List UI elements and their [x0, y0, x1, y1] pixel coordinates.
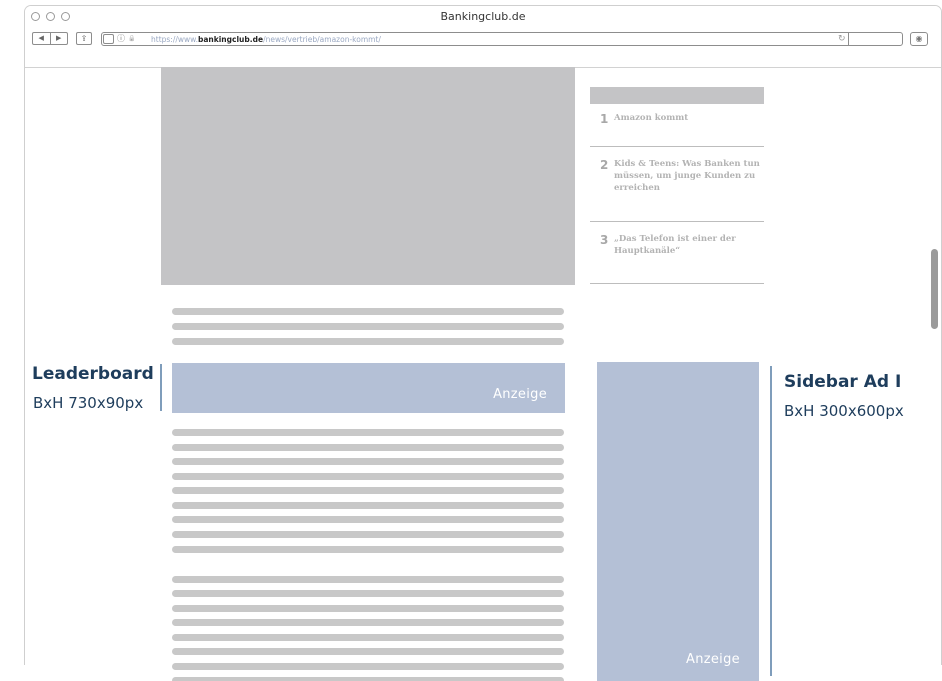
text-placeholder-line	[172, 429, 564, 436]
article-hero-image	[161, 67, 575, 285]
text-placeholder-line	[172, 590, 564, 597]
popular-article-title[interactable]: „Das Telefon ist einer der Hauptkanäle“	[614, 233, 766, 257]
text-placeholder-line	[172, 323, 564, 330]
url-text[interactable]: https://www.bankingclub.de/news/vertrieb…	[151, 34, 381, 45]
address-bar-icons: ⓘ 🔒	[103, 33, 135, 45]
window-title: Bankingclub.de	[440, 10, 526, 23]
ad-label: Anzeige	[686, 652, 740, 667]
address-bar[interactable]: ⓘ 🔒 https://www.bankingclub.de/news/vert…	[101, 32, 903, 46]
popular-article-number: 2	[600, 158, 609, 172]
popular-article-item[interactable]: 3 „Das Telefon ist einer der Hauptkanäle…	[590, 222, 764, 284]
tabs-icon[interactable]	[103, 34, 114, 44]
text-placeholder-line	[172, 576, 564, 583]
share-icon[interactable]: ⇪	[76, 32, 92, 45]
popular-article-item[interactable]: 1 Amazon kommt	[590, 104, 764, 147]
navigation-buttons: ◀ ▶	[32, 32, 68, 45]
text-placeholder-line	[172, 648, 564, 655]
text-placeholder-line	[172, 619, 564, 626]
text-placeholder-line	[172, 677, 564, 681]
text-placeholder-line	[172, 634, 564, 641]
leaderboard-callout-title: Leaderboard	[32, 364, 154, 384]
text-placeholder-line	[172, 516, 564, 523]
popular-article-number: 1	[600, 112, 609, 126]
text-placeholder-line	[172, 546, 564, 553]
text-placeholder-line	[172, 338, 564, 345]
search-field[interactable]	[848, 32, 904, 46]
sidebar-callout-divider	[770, 366, 772, 676]
forward-icon[interactable]: ▶	[49, 33, 68, 44]
sidebar-callout-title: Sidebar Ad I	[784, 372, 902, 392]
url-prefix: https://www.	[151, 35, 198, 44]
text-placeholder-line	[172, 663, 564, 670]
leaderboard-callout-divider	[160, 364, 162, 411]
scrollbar[interactable]	[931, 249, 938, 329]
leaderboard-callout-size: BxH 730x90px	[33, 394, 144, 412]
ad-label: Anzeige	[493, 387, 547, 402]
extension-icon[interactable]: ◉	[910, 32, 928, 46]
text-placeholder-line	[172, 308, 564, 315]
text-placeholder-line	[172, 502, 564, 509]
popular-article-title[interactable]: Amazon kommt	[614, 112, 766, 124]
lock-icon: 🔒	[128, 35, 136, 42]
back-icon[interactable]: ◀	[33, 33, 50, 44]
text-placeholder-line	[172, 473, 564, 480]
popular-articles-header	[590, 87, 764, 104]
sidebar-callout-size: BxH 300x600px	[784, 402, 904, 420]
text-placeholder-line	[172, 487, 564, 494]
text-placeholder-line	[172, 444, 564, 451]
info-icon[interactable]: ⓘ	[117, 33, 125, 45]
sidebar-ad[interactable]: Anzeige	[597, 362, 759, 681]
browser-toolbar: Bankingclub.de ◀ ▶ ⇪ ⓘ 🔒 https://www.ban…	[25, 6, 941, 68]
text-placeholder-line	[172, 531, 564, 538]
url-host: bankingclub.de	[197, 35, 264, 44]
popular-article-item[interactable]: 2 Kids & Teens: Was Banken tun müssen, u…	[590, 147, 764, 222]
reload-icon[interactable]: ↻	[838, 33, 846, 45]
popular-article-number: 3	[600, 233, 609, 247]
url-path: /news/vertrieb/amazon-kommt/	[263, 35, 381, 44]
popular-article-title[interactable]: Kids & Teens: Was Banken tun müssen, um …	[614, 158, 766, 194]
text-placeholder-line	[172, 605, 564, 612]
leaderboard-ad[interactable]: Anzeige	[172, 363, 565, 413]
text-placeholder-line	[172, 458, 564, 465]
